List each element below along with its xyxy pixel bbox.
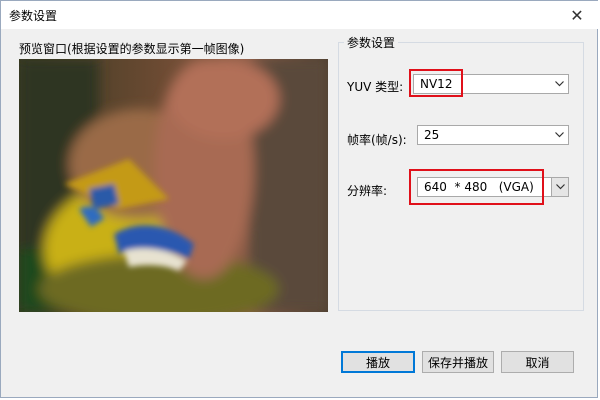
frame-rate-value: 25 (424, 128, 440, 142)
preview-label: 预览窗口(根据设置的参数显示第一帧图像) (19, 42, 245, 56)
yuv-type-label: YUV 类型: (347, 80, 404, 94)
resolution-highlight-box (409, 169, 544, 205)
frame-rate-select[interactable]: 25 (417, 125, 569, 145)
save-and-play-button[interactable]: 保存并播放 (422, 351, 494, 373)
frame-rate-label: 帧率(帧/s): (347, 133, 407, 147)
preview-frame-picture (19, 59, 328, 312)
resolution-label: 分辨率: (347, 184, 388, 198)
yuv-highlight-box (409, 69, 463, 97)
chevron-down-icon[interactable] (551, 126, 568, 144)
chevron-down-icon[interactable] (551, 178, 568, 196)
cancel-button[interactable]: 取消 (501, 351, 574, 373)
title-bar: 参数设置 ✕ (1, 1, 599, 29)
play-button[interactable]: 播放 (341, 351, 415, 373)
preview-image (19, 59, 328, 312)
window-title: 参数设置 (9, 9, 58, 23)
close-button[interactable]: ✕ (557, 1, 597, 29)
settings-group-title: 参数设置 (344, 34, 399, 51)
chevron-down-icon[interactable] (551, 75, 568, 93)
dialog-window: 参数设置 ✕ 预览窗口(根据设置的参数显示第一帧图像) 参数设置 YUV 类型:… (0, 0, 599, 398)
close-icon: ✕ (570, 5, 584, 25)
